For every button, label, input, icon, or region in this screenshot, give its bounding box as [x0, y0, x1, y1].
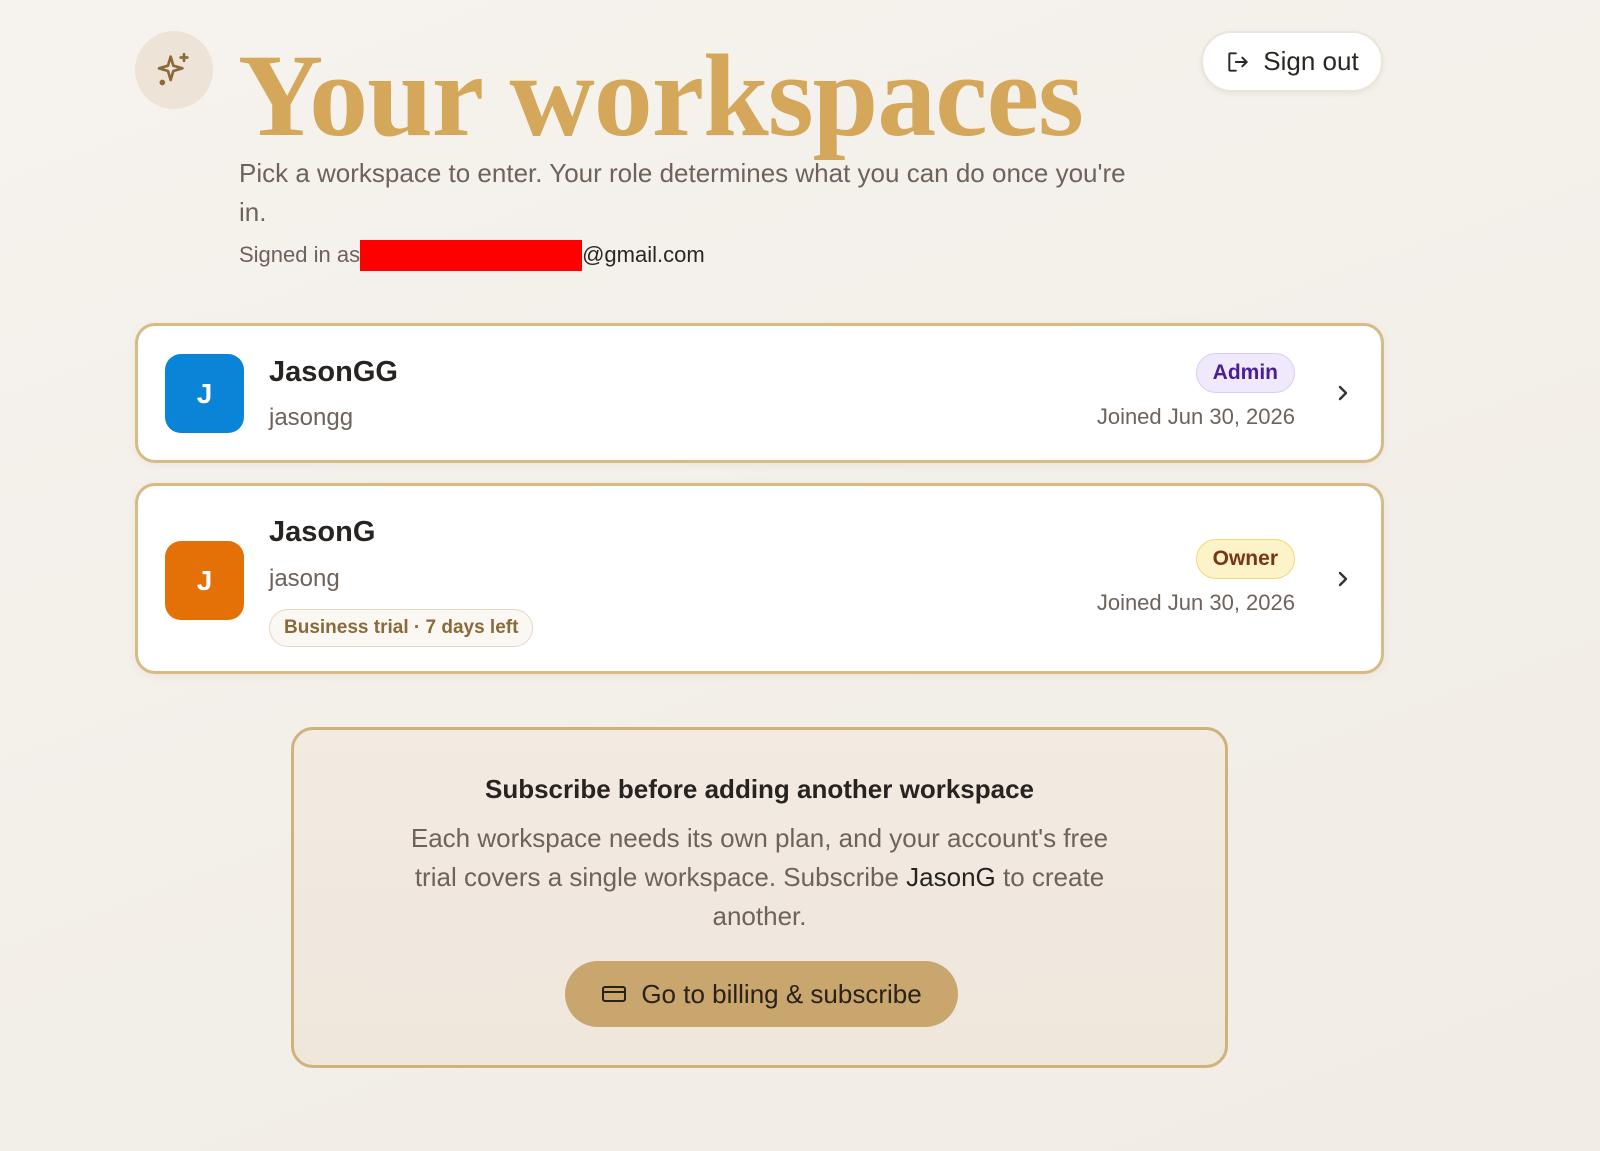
sign-out-button[interactable]: Sign out	[1201, 31, 1383, 92]
billing-button-label: Go to billing & subscribe	[641, 978, 922, 1009]
avatar-initial: J	[196, 377, 213, 409]
page-title: Your workspaces	[238, 30, 1084, 161]
workspace-slug: jasong	[269, 565, 340, 592]
workspace-card-jasong[interactable]: J JasonG jasong Business trial · 7 days …	[135, 483, 1384, 674]
signed-in-line: Signed in as @gmail.com	[239, 239, 705, 271]
joined-date: Joined Jun 30, 2026	[1096, 404, 1295, 429]
role-badge-owner: Owner	[1195, 539, 1295, 579]
subscribe-title: Subscribe before adding another workspac…	[484, 774, 1035, 804]
workspace-avatar: J	[165, 354, 244, 433]
sparkles-icon	[157, 52, 189, 86]
workspace-name: JasonG	[269, 516, 376, 548]
go-to-billing-button[interactable]: Go to billing & subscribe	[565, 961, 958, 1027]
logo-badge	[135, 31, 213, 109]
trial-badge: Business trial · 7 days left	[269, 609, 534, 647]
email-domain: @gmail.com	[582, 242, 705, 267]
chevron-right-icon[interactable]	[1333, 569, 1353, 589]
sign-out-label: Sign out	[1263, 46, 1359, 76]
subscribe-body-workspace: JasonG	[906, 862, 996, 892]
sign-out-icon	[1228, 51, 1248, 72]
role-badge-admin: Admin	[1195, 353, 1295, 393]
chevron-right-icon[interactable]	[1333, 383, 1353, 403]
subscribe-body: Each workspace needs its own plan, and y…	[394, 819, 1125, 936]
avatar-initial: J	[196, 564, 213, 596]
page-subtitle: Pick a workspace to enter. Your role det…	[239, 158, 1126, 227]
workspace-avatar: J	[165, 541, 244, 620]
redacted-email-user	[360, 239, 583, 271]
signed-in-label: Signed in as	[239, 242, 361, 267]
workspace-name: JasonGG	[269, 356, 398, 388]
credit-card-icon	[602, 986, 627, 1002]
subscribe-notice: Subscribe before adding another workspac…	[291, 727, 1228, 1068]
joined-date: Joined Jun 30, 2026	[1096, 590, 1295, 615]
workspace-slug: jasongg	[269, 404, 354, 431]
workspace-card-jasongg[interactable]: J JasonGG jasongg Admin Joined Jun 30, 2…	[135, 323, 1384, 463]
